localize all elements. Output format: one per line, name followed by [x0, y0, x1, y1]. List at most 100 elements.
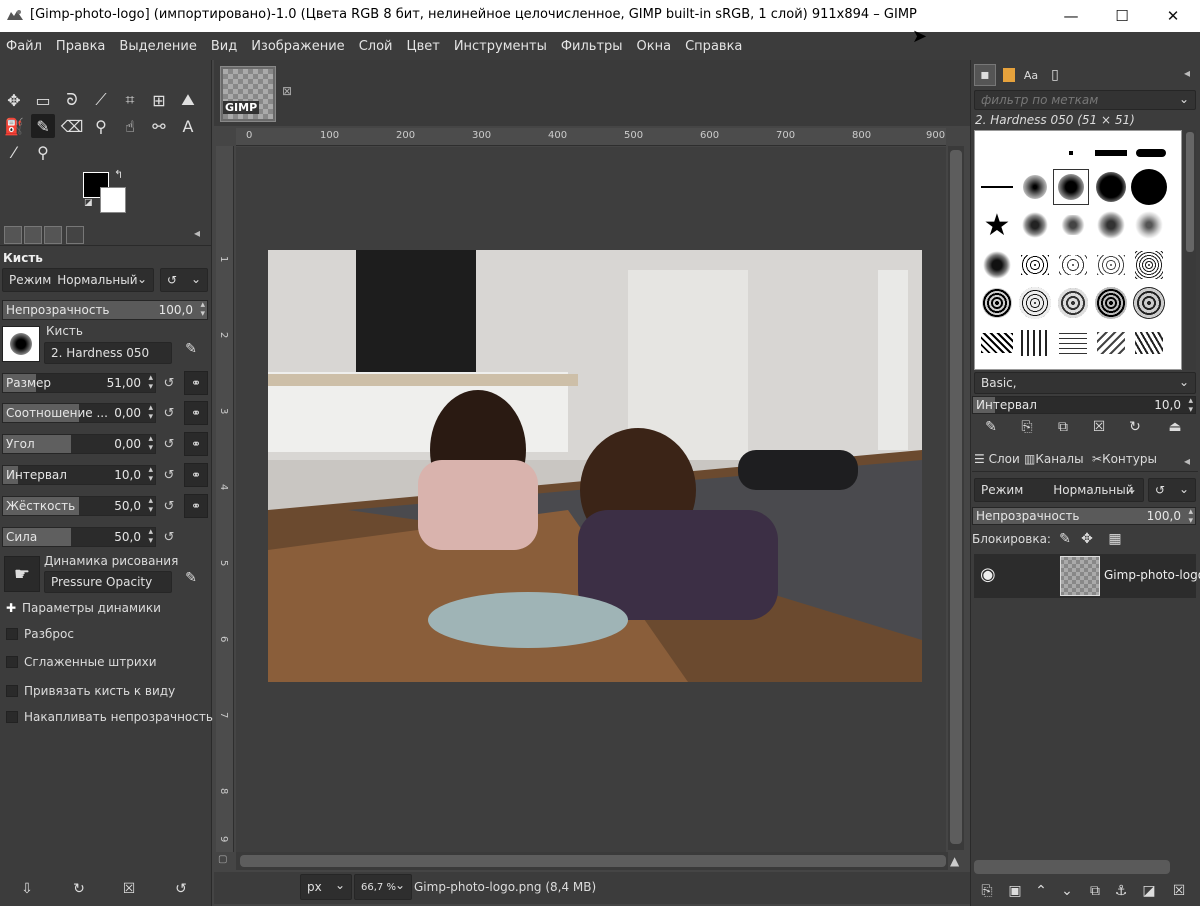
menu-image[interactable]: Изображение — [251, 39, 344, 54]
dock-menu-icon[interactable]: ◂ — [1184, 66, 1190, 80]
menu-windows[interactable]: Окна — [637, 39, 672, 54]
menu-select[interactable]: Выделение — [119, 39, 196, 54]
scroll-thumb[interactable] — [950, 150, 962, 844]
tab-patterns-icon[interactable] — [998, 64, 1020, 86]
brush-cell[interactable]: ★ — [979, 207, 1015, 243]
horizontal-scrollbar[interactable] — [236, 852, 948, 870]
brush-cell[interactable] — [1017, 247, 1053, 283]
dynamics-params-label[interactable]: Параметры динамики — [22, 601, 161, 615]
spin-arrows-icon[interactable]: ▴ ▾ — [148, 528, 153, 546]
brush-cell[interactable] — [1055, 247, 1091, 283]
spin-arrows-icon[interactable]: ▴ ▾ — [1188, 508, 1193, 526]
spacing-slider[interactable]: Интервал 10,0 ▴ ▾ — [2, 465, 156, 485]
refresh-brushes-icon[interactable]: ↻ — [1124, 416, 1146, 438]
brush-cell[interactable] — [1093, 325, 1129, 361]
duplicate-brush-icon[interactable]: ⧉ — [1052, 416, 1074, 438]
link-hardness-icon[interactable]: ⚭ — [184, 494, 208, 518]
spin-arrows-icon[interactable]: ▴ ▾ — [148, 374, 153, 392]
dynamics-field[interactable]: Pressure Opacity — [44, 571, 172, 593]
zoom-combo[interactable]: 66,7 % ⌄ — [354, 874, 412, 900]
tab-layers[interactable]: ☰ Слои — [974, 452, 1020, 466]
maximize-button[interactable]: ☐ — [1099, 0, 1145, 32]
mode-reset-combo[interactable]: ↺ ⌄ — [160, 268, 208, 292]
quick-mask-icon[interactable]: ▢ — [218, 854, 227, 865]
spin-arrows-icon[interactable]: ▴ ▾ — [148, 404, 153, 422]
crop-tool-icon[interactable]: ⌗ — [118, 88, 142, 112]
close-tab-icon[interactable]: ⊠ — [282, 84, 292, 98]
smudge-tool-icon[interactable]: ☝ — [118, 114, 142, 138]
lock-brush-checkbox[interactable] — [6, 685, 18, 697]
free-select-tool-icon[interactable]: ᘐ — [60, 88, 84, 112]
zoom-tool-icon[interactable]: ⚲ — [31, 140, 55, 164]
brush-cell[interactable] — [1131, 207, 1167, 243]
tab-undo-history[interactable] — [44, 226, 62, 244]
brush-cell[interactable] — [979, 325, 1015, 361]
tab-brushes-icon[interactable]: ▪ — [974, 64, 996, 86]
lock-pixels-icon[interactable]: ✎ — [1054, 528, 1076, 550]
reset-size-icon[interactable]: ↺ — [160, 373, 178, 393]
vertical-scrollbar[interactable] — [948, 146, 964, 850]
size-slider[interactable]: Размер 51,00 ▴ ▾ — [2, 373, 156, 393]
edit-brush-icon[interactable]: ✎ — [180, 338, 202, 360]
spin-arrows-icon[interactable]: ▴ ▾ — [200, 301, 205, 319]
tab-device-status[interactable] — [24, 226, 42, 244]
incremental-checkbox[interactable] — [6, 711, 18, 723]
paintbrush-tool-icon[interactable]: ✎ — [31, 114, 55, 138]
angle-slider[interactable]: Угол 0,00 ▴ ▾ — [2, 434, 156, 454]
aspect-ratio-slider[interactable]: Соотношение ... 0,00 ▴ ▾ — [2, 403, 156, 423]
brush-cell[interactable] — [1093, 135, 1129, 171]
spin-arrows-icon[interactable]: ▴ ▾ — [148, 466, 153, 484]
new-layer-group-icon[interactable]: ▣ — [1004, 880, 1026, 902]
tab-channels[interactable]: ▥Каналы — [1024, 452, 1084, 466]
spin-arrows-icon[interactable]: ▴ ▾ — [1188, 397, 1193, 415]
duplicate-layer-icon[interactable]: ⧉ — [1084, 880, 1106, 902]
brush-cell[interactable] — [1053, 135, 1089, 171]
spin-arrows-icon[interactable]: ▴ ▾ — [148, 435, 153, 453]
lock-alpha-icon[interactable]: ▦ — [1104, 528, 1126, 550]
reset-aspect-icon[interactable]: ↺ — [160, 403, 178, 423]
image-tab-thumbnail[interactable]: GIMP — [220, 66, 276, 122]
color-picker-tool-icon[interactable]: ⁄ — [2, 140, 26, 164]
tab-images[interactable] — [66, 226, 84, 244]
brush-cell[interactable] — [979, 169, 1015, 205]
text-tool-icon[interactable]: A — [176, 114, 200, 138]
menu-help[interactable]: Справка — [685, 39, 742, 54]
layers-hscrollbar[interactable] — [974, 860, 1170, 874]
brush-cell[interactable] — [1055, 285, 1091, 321]
dock-menu-icon[interactable]: ◂ — [194, 226, 200, 240]
reset-force-icon[interactable]: ↺ — [160, 527, 178, 547]
spin-arrows-icon[interactable]: ▴ ▾ — [148, 497, 153, 515]
new-brush-icon[interactable]: ⎘ — [1016, 416, 1038, 438]
eraser-tool-icon[interactable]: ⌫ — [60, 114, 84, 138]
default-colors-icon[interactable]: ◪ — [84, 198, 93, 208]
dock-menu-icon[interactable]: ◂ — [1184, 454, 1190, 468]
hardness-slider[interactable]: Жёсткость 50,0 ▴ ▾ — [2, 496, 156, 516]
bucket-fill-tool-icon[interactable]: ⛽ — [2, 114, 26, 138]
brush-cell[interactable] — [1131, 169, 1167, 205]
layer-opacity-slider[interactable]: Непрозрачность 100,0 ▴ ▾ — [972, 507, 1196, 526]
brush-cell[interactable] — [1133, 135, 1169, 171]
raise-layer-icon[interactable]: ⌃ — [1030, 880, 1052, 902]
brush-name-field[interactable]: 2. Hardness 050 — [44, 342, 172, 364]
jitter-checkbox[interactable] — [6, 628, 18, 640]
new-layer-icon[interactable]: ⎘ — [976, 880, 998, 902]
delete-layer-icon[interactable]: ☒ — [1168, 880, 1190, 902]
brush-cell[interactable] — [1131, 285, 1167, 321]
delete-brush-icon[interactable]: ☒ — [1088, 416, 1110, 438]
save-options-icon[interactable]: ⇩ — [16, 878, 38, 900]
edit-dynamics-icon[interactable]: ✎ — [180, 567, 202, 589]
dynamics-preview-icon[interactable]: ☛ — [4, 556, 40, 592]
open-as-image-icon[interactable]: ⏏ — [1164, 416, 1186, 438]
anchor-layer-icon[interactable]: ⚓ — [1110, 880, 1132, 902]
brush-cell[interactable] — [1017, 207, 1053, 243]
brush-cell[interactable] — [1093, 169, 1129, 205]
brush-cell[interactable] — [1017, 325, 1053, 361]
brush-cell[interactable] — [1093, 207, 1129, 243]
menu-file[interactable]: Файл — [6, 39, 42, 54]
brush-tag-filter[interactable]: фильтр по меткам ⌄ — [974, 90, 1196, 110]
rect-select-tool-icon[interactable]: ▭ — [31, 88, 55, 112]
mode-combo[interactable]: Режим Нормальный ⌄ — [2, 268, 154, 292]
brush-spacing-slider[interactable]: Интервал 10,0 ▴ ▾ — [972, 396, 1196, 415]
brush-preview[interactable] — [2, 326, 40, 362]
minimize-button[interactable]: — — [1048, 0, 1094, 32]
